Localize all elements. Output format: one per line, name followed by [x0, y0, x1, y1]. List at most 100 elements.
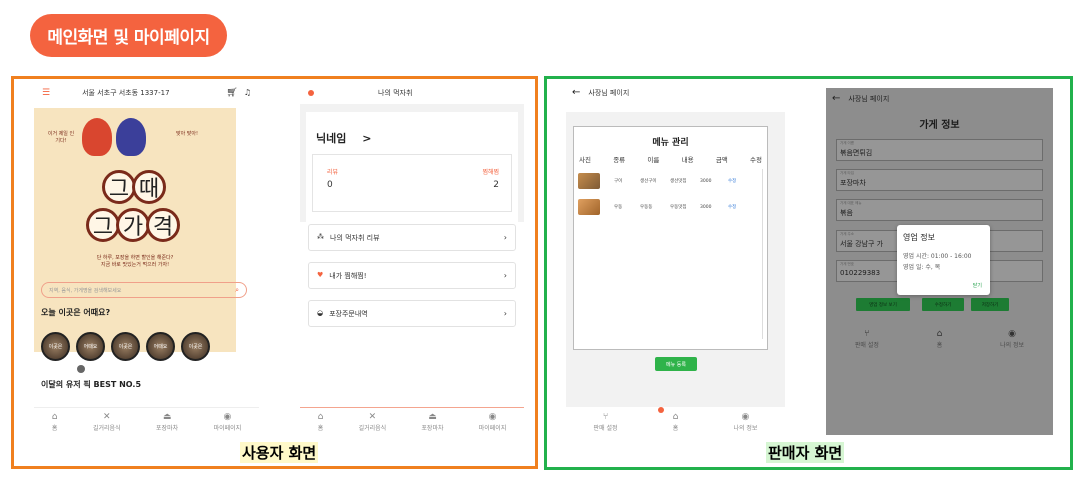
nickname-arrow-icon: >: [362, 132, 372, 145]
store-thumbnail[interactable]: 어때요: [146, 332, 175, 361]
poster-headline-char: 가: [116, 208, 150, 242]
menu-desc: 우동맛집: [670, 205, 687, 210]
table-row: 구이 생선구이 생선맛집 3000 수정: [578, 173, 736, 189]
chevron-right-icon: ›: [503, 309, 507, 318]
tab-takeout[interactable]: ⏏ 포장마차: [156, 412, 179, 433]
poster-headline-char: 그: [102, 170, 136, 204]
field-value: 볶음면튀김: [840, 149, 873, 157]
edit-link[interactable]: 수정: [728, 178, 736, 184]
tab-home[interactable]: ⌂ 홈: [937, 329, 943, 349]
seller-page-title: 사장님 페이지: [588, 89, 630, 97]
footprint-icon: ⁂: [317, 233, 324, 241]
mypage-top-bar: 나의 먹자취: [300, 82, 524, 104]
field-label: 가게 타입: [840, 171, 854, 175]
tab-label: 마이페이지: [478, 425, 507, 432]
location-address[interactable]: 서울 서초구 서초동 1337-17: [82, 88, 169, 98]
poster-tagline-1: 단 하루, 포장을 하면 할인을 해준다?: [96, 255, 174, 261]
nickname: 닉네임: [316, 132, 347, 145]
likes-stat[interactable]: 찜해찜 2: [482, 167, 499, 190]
user-screens-caption: 사용자 화면: [240, 442, 319, 463]
store-name-field[interactable]: 가게 이름 볶음면튀김: [836, 139, 1043, 161]
column-header: 내용: [681, 156, 694, 164]
field-value: 볶음: [840, 209, 853, 217]
menu-price: 3000: [700, 204, 712, 210]
field-value: 포장마차: [840, 179, 866, 187]
tent-icon: ⏏: [162, 412, 172, 422]
poster-headline-char: 격: [146, 208, 180, 242]
menu-my-likes[interactable]: ♥ 내가 찜해찜! ›: [308, 262, 516, 289]
tab-street-food[interactable]: ✕ 길거리음식: [93, 413, 121, 433]
bell-icon[interactable]: ♫: [244, 89, 251, 97]
column-header: 종류: [613, 156, 626, 164]
back-arrow-icon[interactable]: ←: [572, 88, 580, 98]
menu-my-reviews[interactable]: ⁂ 나의 먹자취 리뷰 ›: [308, 224, 516, 251]
user-icon: ◉: [741, 411, 750, 422]
back-arrow-icon[interactable]: ←: [832, 94, 840, 104]
tab-label: 마이페이지: [213, 425, 242, 432]
bottom-tab-bar: ⌂ 홈 ✕ 길거리음식 ⏏ 포장마차 ◉ 마이페이지: [34, 407, 259, 437]
review-stat[interactable]: 리뷰 0: [327, 167, 338, 190]
store-thumbnail[interactable]: 이곳은: [181, 332, 210, 361]
edit-button[interactable]: 수정하기: [922, 298, 964, 311]
table-scrollbar[interactable]: [762, 169, 765, 339]
tab-mypage[interactable]: ◉ 마이페이지: [213, 412, 242, 433]
tab-home[interactable]: ⌂ 홈: [673, 412, 679, 432]
search-input[interactable]: 지역, 음식, 가게명을 검색해보세요 ⌕: [41, 282, 247, 298]
tab-sales-settings[interactable]: ⑂ 판매 설정: [854, 329, 879, 349]
save-button[interactable]: 저장하기: [971, 298, 1009, 311]
dialog-title: 영업 정보: [903, 233, 935, 242]
field-value: 서울 강남구 가: [840, 240, 884, 248]
tab-label: 판매 설정: [854, 341, 879, 349]
menu-photo: [578, 199, 600, 215]
store-thumbnail[interactable]: 이곳은: [111, 332, 140, 361]
column-header: 수정: [750, 156, 762, 164]
menu-name: 생선구이: [640, 179, 657, 184]
search-icon[interactable]: ⌕: [235, 286, 239, 294]
store-thumbnail[interactable]: 이곳은: [41, 332, 70, 361]
active-indicator-dot: [658, 407, 664, 413]
bowl-icon: ◒: [317, 309, 324, 317]
dialog-hours: 영업 시간: 01:00 - 16:00: [903, 253, 972, 260]
tab-my-info[interactable]: ◉ 나의 정보: [733, 411, 757, 432]
nickname-row[interactable]: 닉네임 >: [316, 130, 371, 146]
tab-my-info[interactable]: ◉ 나의 정보: [1000, 329, 1024, 349]
register-menu-button[interactable]: 메뉴 등록: [655, 357, 697, 371]
poster-headline-line2: 그 가 격: [86, 208, 180, 242]
likes-count: 2: [493, 180, 499, 190]
poster-character-left: [82, 118, 112, 156]
tab-mypage[interactable]: ◉ 마이페이지: [478, 413, 507, 433]
menu-takeout-orders[interactable]: ◒ 포장주문내역 ›: [308, 300, 516, 327]
column-header: 금액: [715, 156, 728, 164]
tab-home[interactable]: ⌂ 홈: [52, 413, 58, 433]
tab-street-food[interactable]: ✕ 길거리음식: [359, 413, 387, 433]
carousel-dot[interactable]: [77, 365, 85, 373]
user-icon: ◉: [223, 412, 232, 422]
store-menu-field[interactable]: 가게 대표 메뉴 볶음: [836, 199, 1043, 221]
dialog-close-button[interactable]: 닫기: [973, 282, 982, 289]
home-screen: ☰ 서울 서초구 서초동 1337-17 🛒︎ ♫ 이거 제일 인기다! 맞아 …: [34, 82, 259, 437]
store-top-bar: ← 사장님 페이지: [826, 88, 1053, 110]
heart-icon: ♥: [317, 271, 324, 279]
menu-type: 우동: [614, 205, 623, 210]
status-dot: [308, 90, 314, 96]
tab-label: 포장마차: [156, 425, 179, 432]
store-thumbnail[interactable]: 어때요: [76, 332, 105, 361]
field-value: 010229383: [840, 269, 881, 277]
home-icon: ⌂: [317, 412, 324, 422]
cart-icon[interactable]: 🛒︎: [226, 88, 237, 98]
menu-label: 포장주문내역: [329, 309, 368, 318]
tab-takeout[interactable]: ⏏ 포장마차: [421, 413, 444, 433]
edit-link[interactable]: 수정: [728, 204, 736, 210]
mypage-title: 나의 먹자취: [378, 89, 413, 97]
tab-sales-settings[interactable]: ⑂ 판매 설정: [594, 411, 618, 432]
seller-content-bg: [566, 104, 785, 112]
field-label: 가게 번호: [840, 262, 854, 266]
menu-icon[interactable]: ☰: [42, 88, 50, 98]
tab-label: 포장마차: [421, 425, 444, 432]
utensils-icon: ⑂: [602, 411, 609, 422]
store-heading: 가게 정보: [919, 120, 960, 131]
view-business-info-button[interactable]: 영업 정보 보기: [856, 298, 910, 311]
store-type-field[interactable]: 가게 타입포장마차: [836, 169, 1043, 191]
menu-label: 내가 찜해찜!: [329, 271, 367, 280]
tab-home[interactable]: ⌂ 홈: [317, 412, 324, 433]
